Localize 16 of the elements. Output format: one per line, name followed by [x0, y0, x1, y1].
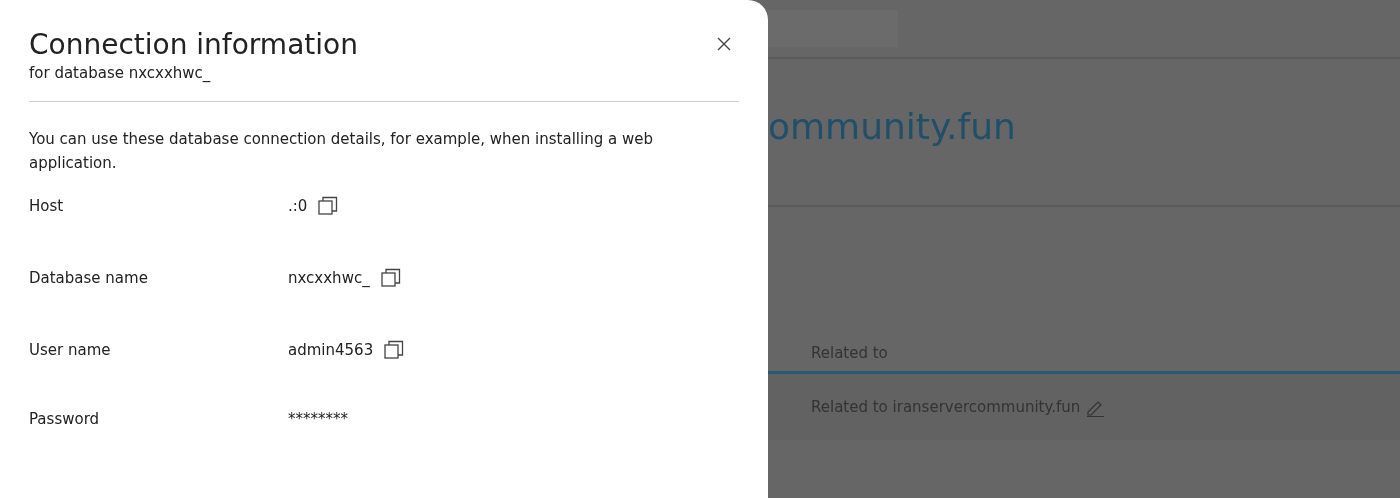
field-label: Host	[29, 197, 65, 215]
dialog-title: Connection information	[29, 28, 358, 62]
copy-icon[interactable]	[384, 340, 405, 360]
field-label: Database name	[29, 269, 149, 287]
page-heading: ommunity.fun	[768, 105, 1017, 149]
field-value: admin4563	[288, 341, 374, 359]
field-value: .:0	[288, 197, 308, 215]
dialog-subtitle: for database nxcxxhwc_	[29, 63, 212, 84]
close-icon[interactable]	[717, 37, 731, 51]
copy-icon[interactable]	[318, 196, 339, 216]
description-text: You can use these database connection details, for example, when installing a web application.	[29, 129, 654, 174]
field-label: User name	[29, 341, 112, 359]
field-value: ********	[288, 410, 348, 428]
field-label: Password	[29, 410, 101, 428]
copy-icon[interactable]	[380, 268, 401, 288]
field-value: nxcxxhwc_	[288, 269, 370, 287]
